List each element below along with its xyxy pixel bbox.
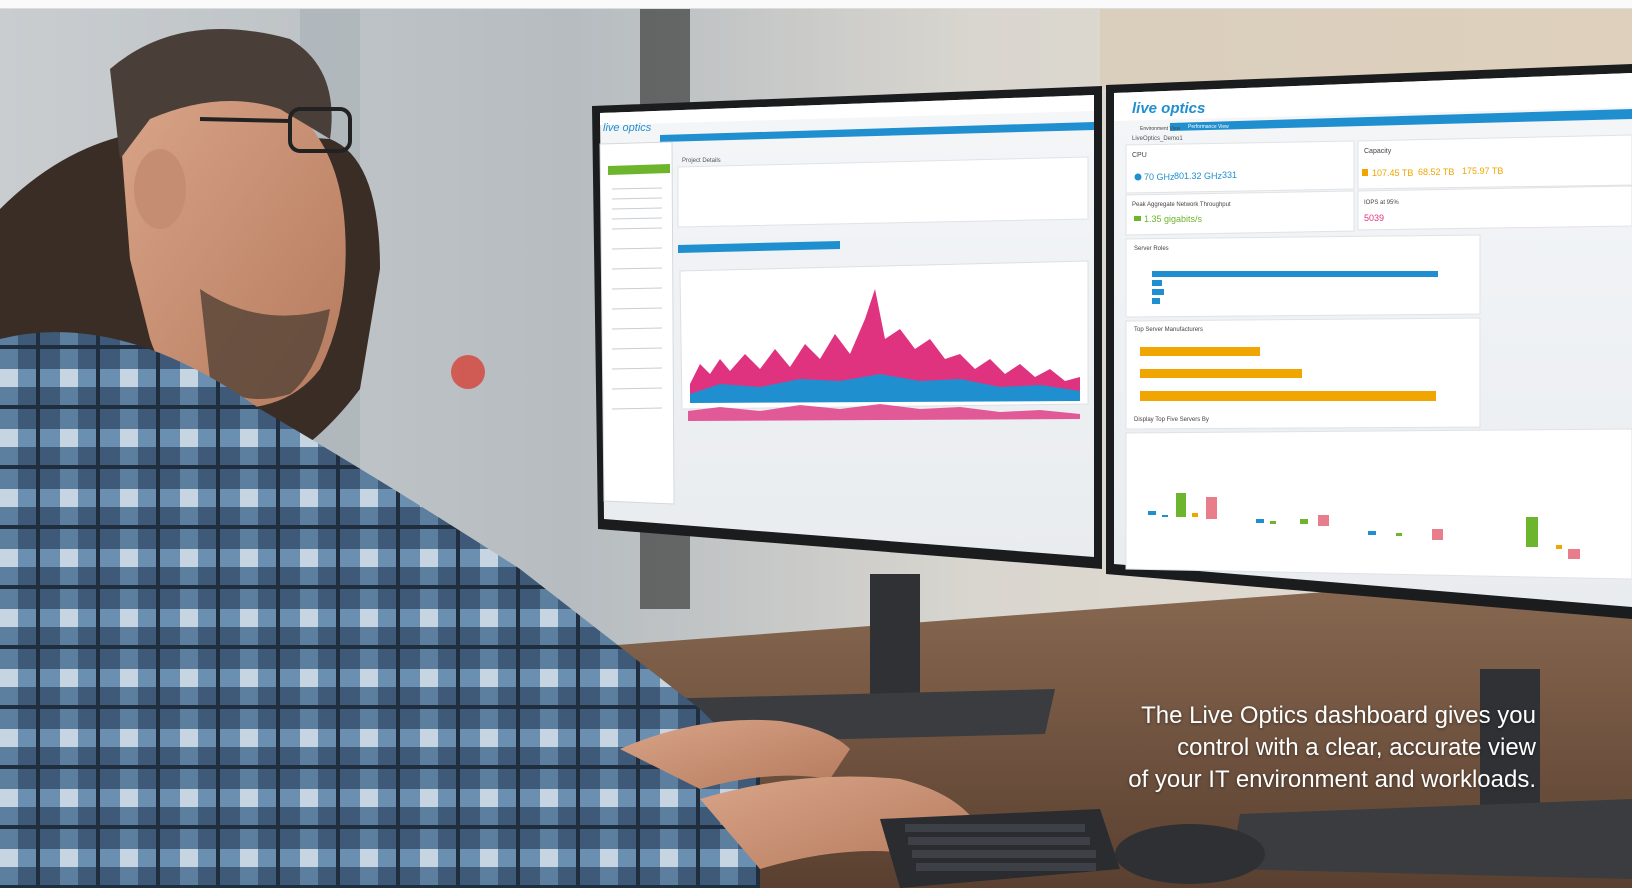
server-roles-bar-1 bbox=[1152, 271, 1438, 277]
cpu-net-value: 801.32 GHz bbox=[1174, 171, 1223, 181]
caption-line-1: The Live Optics dashboard gives you bbox=[1141, 702, 1536, 729]
mouse bbox=[1115, 824, 1265, 884]
cpu-card bbox=[1125, 140, 1355, 194]
server-roles-bar-3 bbox=[1152, 289, 1164, 295]
right-tab-environment[interactable]: Environment View bbox=[1140, 126, 1181, 132]
server-roles-title: Server Roles bbox=[1134, 246, 1169, 252]
capacity-total-value: 175.97 TB bbox=[1462, 166, 1503, 176]
throughput-card bbox=[1125, 190, 1355, 236]
server-roles-bar-2 bbox=[1152, 280, 1162, 286]
caption-text: The Live Optics dashboard gives you cont… bbox=[816, 700, 1536, 796]
caption-line-3: of your IT environment and workloads. bbox=[1128, 766, 1536, 793]
database-icon bbox=[1362, 169, 1368, 176]
capacity-free-value: 68.52 TB bbox=[1418, 167, 1454, 177]
cpu-peak-value: 70 GHz bbox=[1144, 172, 1175, 182]
top-border-strip bbox=[0, 0, 1632, 9]
top-five-title: Display Top Five Servers By bbox=[1134, 417, 1209, 423]
left-monitor-stand bbox=[870, 574, 920, 694]
left-sidebar bbox=[599, 141, 675, 505]
iops-card bbox=[1357, 185, 1632, 231]
server-roles-bar-4 bbox=[1152, 298, 1160, 304]
left-logo-text: live optics bbox=[603, 122, 652, 134]
cpu-icon bbox=[1134, 173, 1142, 181]
marketing-photo-screenshot: live optics Project Details live optics … bbox=[0, 0, 1632, 888]
right-project-name: LiveOptics_Demo1 bbox=[1132, 136, 1183, 142]
right-tab-performance[interactable]: Performance View bbox=[1188, 124, 1229, 130]
cpu-card-title: CPU bbox=[1132, 152, 1147, 159]
iops-value: 5039 bbox=[1364, 213, 1384, 223]
iops-card-title: IOPS at 95% bbox=[1364, 200, 1399, 206]
manufacturer-bar-3 bbox=[1140, 391, 1436, 401]
person-ear bbox=[134, 149, 186, 229]
capacity-card bbox=[1357, 134, 1632, 190]
top-five-card bbox=[1125, 428, 1632, 580]
manufacturer-bar-1 bbox=[1140, 347, 1260, 356]
left-panel-title: Project Details bbox=[682, 158, 721, 164]
caption-line-2: control with a clear, accurate view bbox=[1177, 734, 1536, 761]
capacity-used-value: 107.45 TB bbox=[1372, 168, 1413, 178]
left-details-table bbox=[677, 156, 1089, 228]
manufacturer-bar-2 bbox=[1140, 369, 1302, 378]
throughput-card-title: Peak Aggregate Network Throughput bbox=[1132, 202, 1231, 208]
top-manufacturers-title: Top Server Manufacturers bbox=[1134, 327, 1203, 333]
capacity-card-title: Capacity bbox=[1364, 148, 1392, 155]
right-logo-text: live optics bbox=[1132, 100, 1205, 117]
cpu-cores-value: 331 bbox=[1222, 170, 1237, 180]
bokeh-light bbox=[451, 355, 485, 389]
network-icon bbox=[1134, 216, 1141, 221]
throughput-value: 1.35 gigabits/s bbox=[1144, 214, 1203, 224]
